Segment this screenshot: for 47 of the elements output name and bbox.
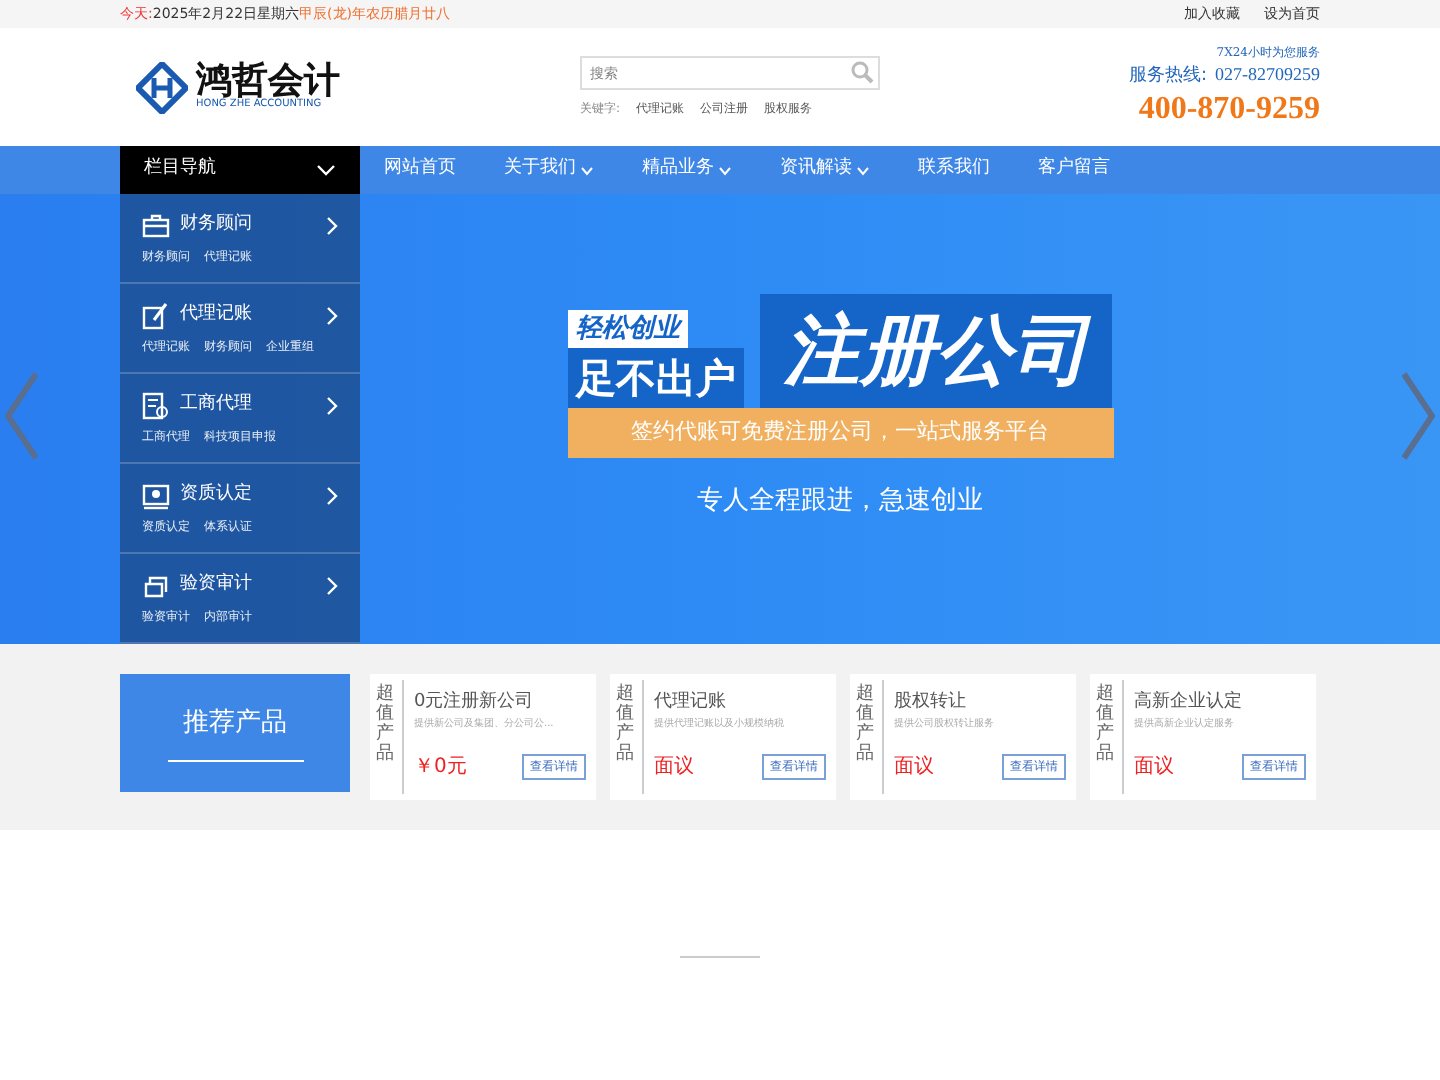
- chevron-right-icon: [326, 395, 338, 415]
- nav-link[interactable]: 联系我们: [894, 146, 1014, 194]
- edit-icon: [142, 301, 170, 329]
- briefcase-icon: [142, 211, 170, 239]
- logo-name: 鸿哲会计: [196, 64, 340, 100]
- nav-link[interactable]: 关于我们: [480, 146, 618, 194]
- product-price: 面议: [894, 753, 934, 782]
- product-tag: 超值产品: [856, 686, 876, 788]
- banner-ribbon: 签约代账可免费注册公司，一站式服务平台: [567, 408, 1113, 457]
- recommend-title: 推荐产品: [183, 706, 287, 743]
- search-icon[interactable]: [850, 60, 874, 84]
- product-name: 代理记账: [654, 690, 728, 716]
- product-tag: 超值产品: [616, 686, 636, 788]
- sidebar-category[interactable]: 财务顾问: [180, 211, 252, 239]
- chevron-right-icon: [326, 485, 338, 505]
- product-price: 面议: [654, 753, 694, 782]
- product-name: 0元注册新公司: [414, 690, 536, 716]
- sidebar-category[interactable]: 验资审计: [180, 571, 252, 599]
- logo-icon: [136, 61, 188, 113]
- chevron-right-icon: [326, 305, 338, 325]
- nav-link[interactable]: 客户留言: [1014, 146, 1134, 194]
- nav-link[interactable]: 网站首页: [360, 146, 480, 194]
- document-icon: [142, 391, 170, 419]
- hotline-number: 027-82709259: [1215, 61, 1320, 88]
- banner-tag: 轻松创业: [568, 309, 688, 348]
- banner-headline: 注册公司: [760, 294, 1112, 408]
- sidebar-category[interactable]: 代理记账: [180, 301, 252, 329]
- sidebar-category[interactable]: 工商代理: [180, 391, 252, 419]
- product-name: 高新企业认定: [1134, 690, 1244, 716]
- sidebar-category[interactable]: 资质认定: [180, 481, 252, 509]
- certificate-icon: [142, 481, 170, 509]
- product-price: ￥0元: [414, 754, 467, 782]
- banner-subline: 专人全程跟进，急速创业: [697, 483, 983, 519]
- banner-tag: 足不出户: [568, 348, 744, 408]
- hotline-label: 服务热线:: [1128, 63, 1207, 90]
- product-name: 股权转让: [894, 690, 968, 716]
- chevron-down-icon: [316, 164, 336, 176]
- chevron-right-icon: [326, 215, 338, 235]
- product-tag: 超值产品: [376, 686, 396, 788]
- product-tag: 超值产品: [1096, 686, 1116, 788]
- column-nav-header[interactable]: 栏目导航: [120, 146, 360, 194]
- nav-link[interactable]: 资讯解读: [756, 146, 894, 194]
- chevron-right-icon: [326, 575, 338, 595]
- stack-icon: [142, 571, 170, 599]
- product-price: 面议: [1134, 753, 1174, 782]
- nav-link[interactable]: 精品业务: [618, 146, 756, 194]
- phone-number: 400-870-9259: [1138, 90, 1320, 131]
